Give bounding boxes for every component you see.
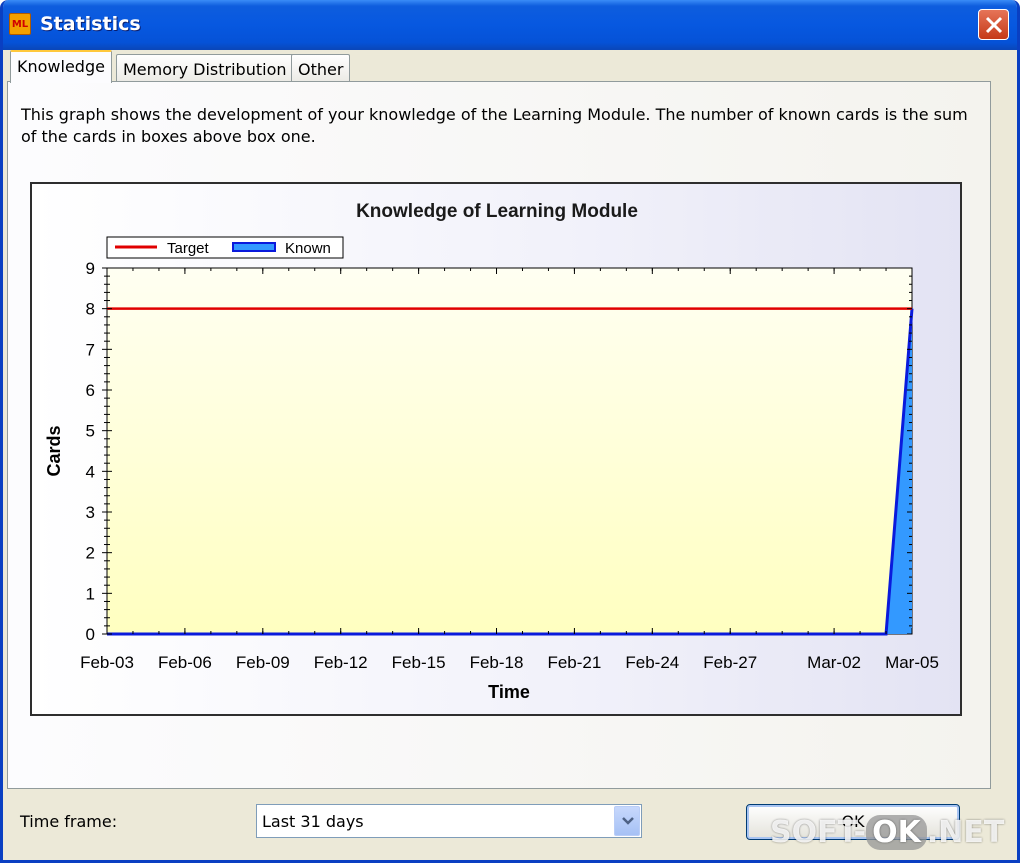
y-tick-label: 0	[86, 625, 95, 644]
y-tick-label: 1	[86, 584, 95, 603]
x-tick-label: Mar-02	[807, 653, 861, 672]
x-tick-label: Feb-21	[547, 653, 601, 672]
close-icon	[985, 16, 1003, 34]
legend-label: Known	[285, 240, 331, 257]
x-tick-label: Feb-12	[314, 653, 368, 672]
x-tick-label: Feb-24	[625, 653, 679, 672]
chevron-down-icon	[622, 817, 634, 825]
y-tick-label: 5	[86, 422, 95, 441]
timeframe-value: Last 31 days	[262, 812, 364, 831]
y-tick-label: 2	[86, 544, 95, 563]
x-tick-label: Feb-15	[392, 653, 446, 672]
tab-other[interactable]: Other	[291, 54, 351, 81]
x-tick-label: Feb-18	[470, 653, 524, 672]
timeframe-select[interactable]: Last 31 days	[256, 804, 642, 838]
close-button[interactable]	[978, 9, 1009, 40]
description-text: This graph shows the development of your…	[21, 105, 968, 146]
x-tick-label: Feb-09	[236, 653, 290, 672]
dropdown-button[interactable]	[614, 806, 640, 836]
app-icon: ML	[9, 13, 31, 35]
y-tick-label: 8	[86, 300, 95, 319]
y-tick-label: 4	[86, 462, 95, 481]
x-tick-label: Feb-27	[703, 653, 757, 672]
watermark: SOFT- OK .NET	[770, 815, 1005, 850]
timeframe-label: Time frame:	[20, 812, 118, 831]
window-title: Statistics	[40, 13, 141, 35]
chart-title: Knowledge of Learning Module	[356, 201, 638, 222]
y-tick-label: 3	[86, 503, 95, 522]
y-tick-label: 6	[86, 381, 95, 400]
knowledge-chart: Knowledge of Learning Module Target Known…	[30, 182, 962, 716]
x-axis-label: Time	[488, 682, 530, 702]
y-tick-label: 7	[86, 340, 95, 359]
tab-strip: Knowledge Memory Distribution Other	[7, 50, 1007, 83]
chart-legend: Target Known	[106, 236, 344, 259]
tab-knowledge[interactable]: Knowledge	[10, 50, 112, 83]
legend-label: Target	[167, 240, 210, 257]
tab-memory-distribution[interactable]: Memory Distribution	[116, 54, 294, 81]
chart-svg: Knowledge of Learning Module Target Known…	[44, 201, 939, 702]
title-bar[interactable]: ML Statistics	[3, 0, 1017, 50]
y-tick-label: 9	[86, 259, 95, 278]
x-tick-label: Mar-05	[885, 653, 939, 672]
y-axis-label: Cards	[44, 425, 64, 476]
x-tick-label: Feb-06	[158, 653, 212, 672]
x-tick-label: Feb-03	[80, 653, 134, 672]
legend-swatch-known	[232, 242, 276, 252]
